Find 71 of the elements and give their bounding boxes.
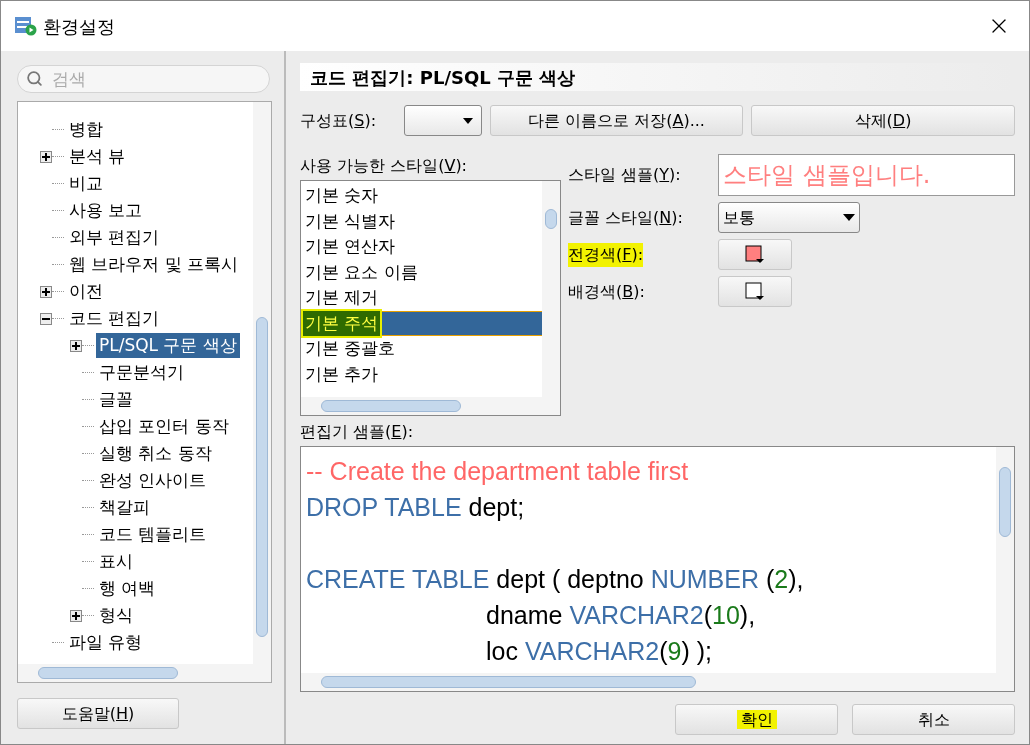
style-name: 기본 요소 이름 — [304, 260, 419, 284]
window-title: 환경설정 — [43, 14, 115, 39]
vertical-scrollbar[interactable] — [996, 447, 1014, 673]
tree-item[interactable]: 행 여백 — [96, 575, 159, 602]
style-name: 기본 추가 — [304, 362, 380, 386]
dropdown-arrow-icon — [843, 214, 855, 221]
vertical-scrollbar[interactable] — [542, 181, 560, 397]
style-sample-label: 스타일 샘플(Y): — [568, 164, 682, 186]
ok-button[interactable]: 확인 — [675, 704, 838, 735]
search-icon — [26, 70, 43, 87]
tree-item[interactable]: 구문분석기 — [96, 359, 187, 386]
tree-item[interactable]: 병합 — [66, 116, 106, 143]
tree-item[interactable]: 코드 템플리트 — [96, 521, 210, 548]
styles-label: 사용 가능한 스타일(V): — [300, 155, 468, 177]
style-name: 기본 주석 — [303, 310, 381, 336]
tree-item[interactable]: 삽입 포인터 동작 — [96, 413, 232, 440]
style-name: 기본 중괄호 — [304, 337, 397, 360]
expand-icon[interactable] — [40, 285, 52, 298]
style-list-item[interactable]: 기본 주석 — [301, 310, 542, 336]
style-name: 기본 숫자 — [304, 184, 380, 207]
background-color-button[interactable] — [718, 276, 792, 307]
style-list-item[interactable]: 기본 요소 이름 — [301, 259, 542, 285]
tree-item[interactable]: 파일 유형 — [66, 629, 146, 656]
expand-icon[interactable] — [70, 609, 82, 622]
tree-item[interactable]: 분석 뷰 — [66, 143, 129, 170]
dropdown-arrow-icon — [463, 117, 473, 124]
editor-sample-label: 편집기 샘플(E): — [300, 421, 415, 443]
scheme-label: 구성표(S): — [300, 109, 378, 132]
tree-item[interactable]: 표시 — [96, 548, 136, 575]
scheme-dropdown[interactable] — [404, 105, 482, 136]
foreground-color-label: 전경색(F): — [568, 242, 644, 267]
expand-icon[interactable] — [40, 150, 52, 163]
background-color-label: 배경색(B): — [568, 280, 645, 303]
delete-button[interactable]: 삭제(D) — [751, 105, 1015, 136]
tree-item[interactable]: PL/SQL 구문 색상 — [96, 332, 240, 359]
code-sample: -- Create the department table first DROP TABLE dept; CREATE TABLE dept ( deptno NUMBER (2), dname VARCHAR2(10), loc VARCHAR2(9) ); — [305, 456, 805, 667]
style-name: 기본 연산자 — [304, 235, 397, 258]
tree-item[interactable]: 코드 편집기 — [66, 305, 163, 332]
tree-item[interactable]: 외부 편집기 — [66, 224, 163, 251]
style-list-item[interactable]: 기본 추가 — [301, 361, 542, 387]
font-style-label: 글꼴 스타일(N): — [568, 206, 684, 229]
style-list-item[interactable]: 기본 연산자 — [301, 234, 542, 260]
tree-item[interactable]: 글꼴 — [96, 386, 136, 413]
font-style-dropdown[interactable]: 보통 — [718, 202, 860, 233]
search-field[interactable]: 검색 — [17, 65, 270, 93]
horizontal-scrollbar[interactable] — [18, 664, 271, 682]
style-list-item[interactable]: 기본 제거 — [301, 285, 542, 311]
style-sample-preview: 스타일 샘플입니다. — [718, 154, 1015, 196]
style-list-item[interactable]: 기본 중괄호 — [301, 336, 542, 362]
tree-item[interactable]: 비교 — [66, 170, 106, 197]
horizontal-scrollbar[interactable] — [301, 397, 560, 415]
tree-item[interactable]: 웹 브라우저 및 프록시 — [66, 251, 242, 278]
style-name: 기본 식별자 — [304, 209, 397, 233]
style-list-item[interactable]: 기본 식별자 — [301, 208, 542, 234]
help-button[interactable]: 도움말(H) — [17, 698, 179, 729]
vertical-scrollbar[interactable] — [253, 102, 271, 664]
style-name: 기본 제거 — [304, 286, 380, 309]
expand-icon[interactable] — [70, 339, 82, 352]
style-list-item[interactable]: 기본 숫자 — [301, 183, 542, 209]
tree-item[interactable]: 실행 취소 동작 — [96, 440, 215, 467]
collapse-icon[interactable] — [40, 312, 52, 325]
tree-item[interactable]: 이전 — [66, 278, 106, 305]
save-as-button[interactable]: 다른 이름으로 저장(A)... — [490, 105, 743, 136]
cancel-button[interactable]: 취소 — [852, 704, 1015, 735]
tree-item[interactable]: 완성 인사이트 — [96, 467, 210, 494]
foreground-color-button[interactable] — [718, 239, 792, 270]
app-icon — [15, 16, 37, 36]
tree-item[interactable]: 책갈피 — [96, 494, 153, 521]
horizontal-scrollbar[interactable] — [301, 673, 1014, 691]
tree-item[interactable]: 형식 — [96, 602, 136, 629]
tree-item[interactable]: 사용 보고 — [66, 197, 146, 224]
